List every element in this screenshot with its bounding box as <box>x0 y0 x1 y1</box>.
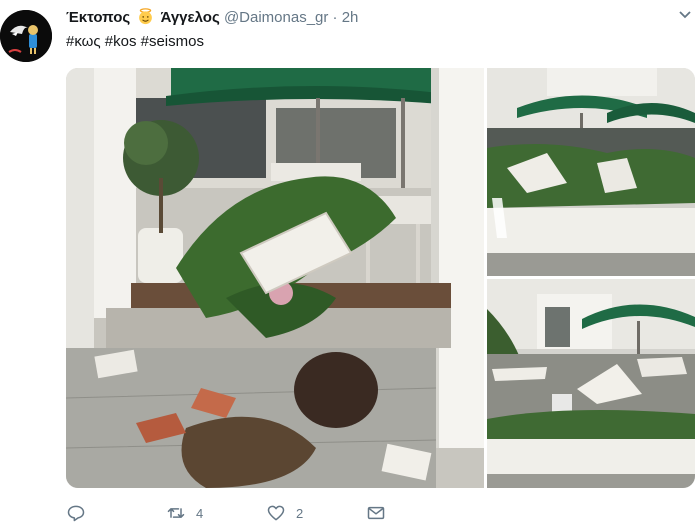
tweet-time[interactable]: 2h <box>342 9 359 26</box>
media-grid <box>66 68 695 488</box>
direct-message-button[interactable] <box>366 503 396 523</box>
like-count: 2 <box>296 505 304 521</box>
tweet-header: Έκτοπος Άγγελος @Daimonas_gr · 2h <box>66 8 358 26</box>
like-button[interactable]: 2 <box>266 503 303 523</box>
photo-top-image <box>487 68 695 276</box>
photo-bottom-image <box>487 279 695 488</box>
separator-dot: · <box>332 9 338 26</box>
angel-icon <box>139 8 153 25</box>
display-name-second[interactable]: Άγγελος <box>161 9 220 26</box>
photo-earthquake-damage-main[interactable] <box>66 68 484 488</box>
display-name-first[interactable]: Έκτοπος <box>66 9 130 26</box>
avatar[interactable] <box>0 10 52 62</box>
heart-icon <box>267 505 285 521</box>
envelope-icon <box>367 506 385 520</box>
retweet-button[interactable]: 4 <box>166 503 203 523</box>
devil-character-avatar-icon <box>0 10 52 62</box>
reply-icon <box>67 505 85 522</box>
reply-button[interactable] <box>66 503 96 523</box>
chevron-down-icon[interactable] <box>678 10 692 20</box>
user-handle[interactable]: @Daimonas_gr <box>224 9 328 26</box>
tweet-text: #κως #kos #seismos <box>66 33 204 50</box>
photo-earthquake-damage-2[interactable] <box>487 68 695 276</box>
retweet-icon <box>167 508 185 518</box>
retweet-count: 4 <box>196 505 204 521</box>
photo-main-image <box>66 68 484 488</box>
photo-earthquake-damage-3[interactable] <box>487 279 695 488</box>
